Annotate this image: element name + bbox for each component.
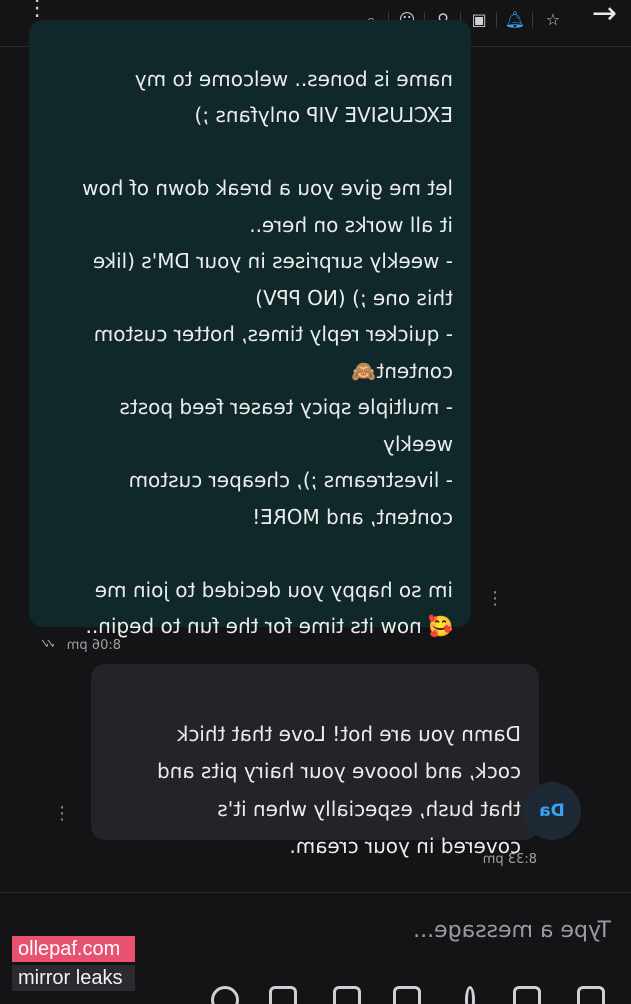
media-icon[interactable] [577, 986, 605, 1004]
incoming-message-line [49, 134, 453, 171]
avatar[interactable]: Da [523, 782, 581, 840]
watermark-site: ollepaf.com [12, 936, 135, 962]
bell-icon[interactable]: 🔔︎ [503, 8, 527, 32]
price-tag-icon[interactable] [393, 986, 421, 1004]
read-receipt-icon: ✓✓ [44, 637, 56, 652]
incoming-message-line: name is bones.. welcome to my [134, 66, 453, 91]
incoming-message-line: EXCLUSIVE VIP onlyfans ;) [194, 103, 454, 127]
incoming-message-line: im so happy you decided to join me [94, 577, 453, 602]
message-input[interactable]: Type a message... [151, 912, 611, 950]
outgoing-message-bubble[interactable]: Damn you are hot! Love that thick cock, a… [91, 664, 539, 858]
toolbar-divider [496, 12, 497, 28]
incoming-message-line: - livestreams ;), cheaper custom [128, 468, 453, 492]
toolbar-divider [532, 12, 533, 28]
outgoing-message-line: that bush, especially when it's [217, 796, 521, 821]
watermark-tagline: mirror leaks [12, 965, 135, 991]
microphone-icon[interactable] [465, 986, 475, 1004]
outgoing-message-line: covered in your cream. [289, 834, 521, 858]
incoming-message-line: this one ;) (NO PPV) [255, 285, 453, 310]
message-time: 8:06 pm [66, 638, 121, 653]
incoming-message-line [49, 535, 453, 572]
incoming-message-line: content🙈 [351, 358, 453, 383]
message-options-icon[interactable]: ⋮ [486, 588, 504, 609]
mirrored-chat-screen: ← ☆ 🔔︎ ▣ ⚲ ☺ ⌕ ⋮ name is bones.. welcome… [0, 0, 631, 1004]
composer-divider [0, 892, 631, 893]
tag-icon[interactable]: ▣ [467, 8, 491, 32]
message-options-icon[interactable]: ⋮ [53, 803, 71, 824]
back-arrow-icon[interactable]: ← [592, 0, 617, 31]
outgoing-message-text: Damn you are hot! Love that thick cock, a… [113, 716, 521, 866]
incoming-message-line: content, and MORE! [252, 504, 453, 529]
outgoing-message-line: Damn you are hot! Love that thick [176, 721, 521, 746]
incoming-message-line: - multiple spicy teaser feed posts [119, 395, 454, 419]
emoji-picker-icon[interactable] [211, 986, 239, 1004]
incoming-message-line: weekly [383, 431, 453, 456]
outgoing-message-line: cock, and looove your hairy pits and [156, 759, 521, 783]
incoming-message-text: name is bones.. welcome to my EXCLUSIVE V… [49, 61, 453, 645]
calendar-icon[interactable] [269, 986, 297, 1004]
ppv-icon[interactable] [333, 986, 361, 1004]
message-time: 8:33 pm [482, 852, 537, 867]
incoming-message-line: - weekly surprises in your DM's (like [92, 249, 453, 273]
incoming-message-line: - quicker reply times, hotter custom [93, 322, 453, 346]
incoming-message-bubble[interactable]: name is bones.. welcome to my EXCLUSIVE V… [29, 20, 471, 638]
incoming-message-line: let me give you a break down of how [82, 176, 453, 200]
more-options-icon[interactable]: ⋮ [26, 0, 48, 21]
vault-icon[interactable] [513, 986, 541, 1004]
star-icon[interactable]: ☆ [541, 8, 565, 32]
incoming-message-line: it all works on here.. [249, 212, 453, 237]
